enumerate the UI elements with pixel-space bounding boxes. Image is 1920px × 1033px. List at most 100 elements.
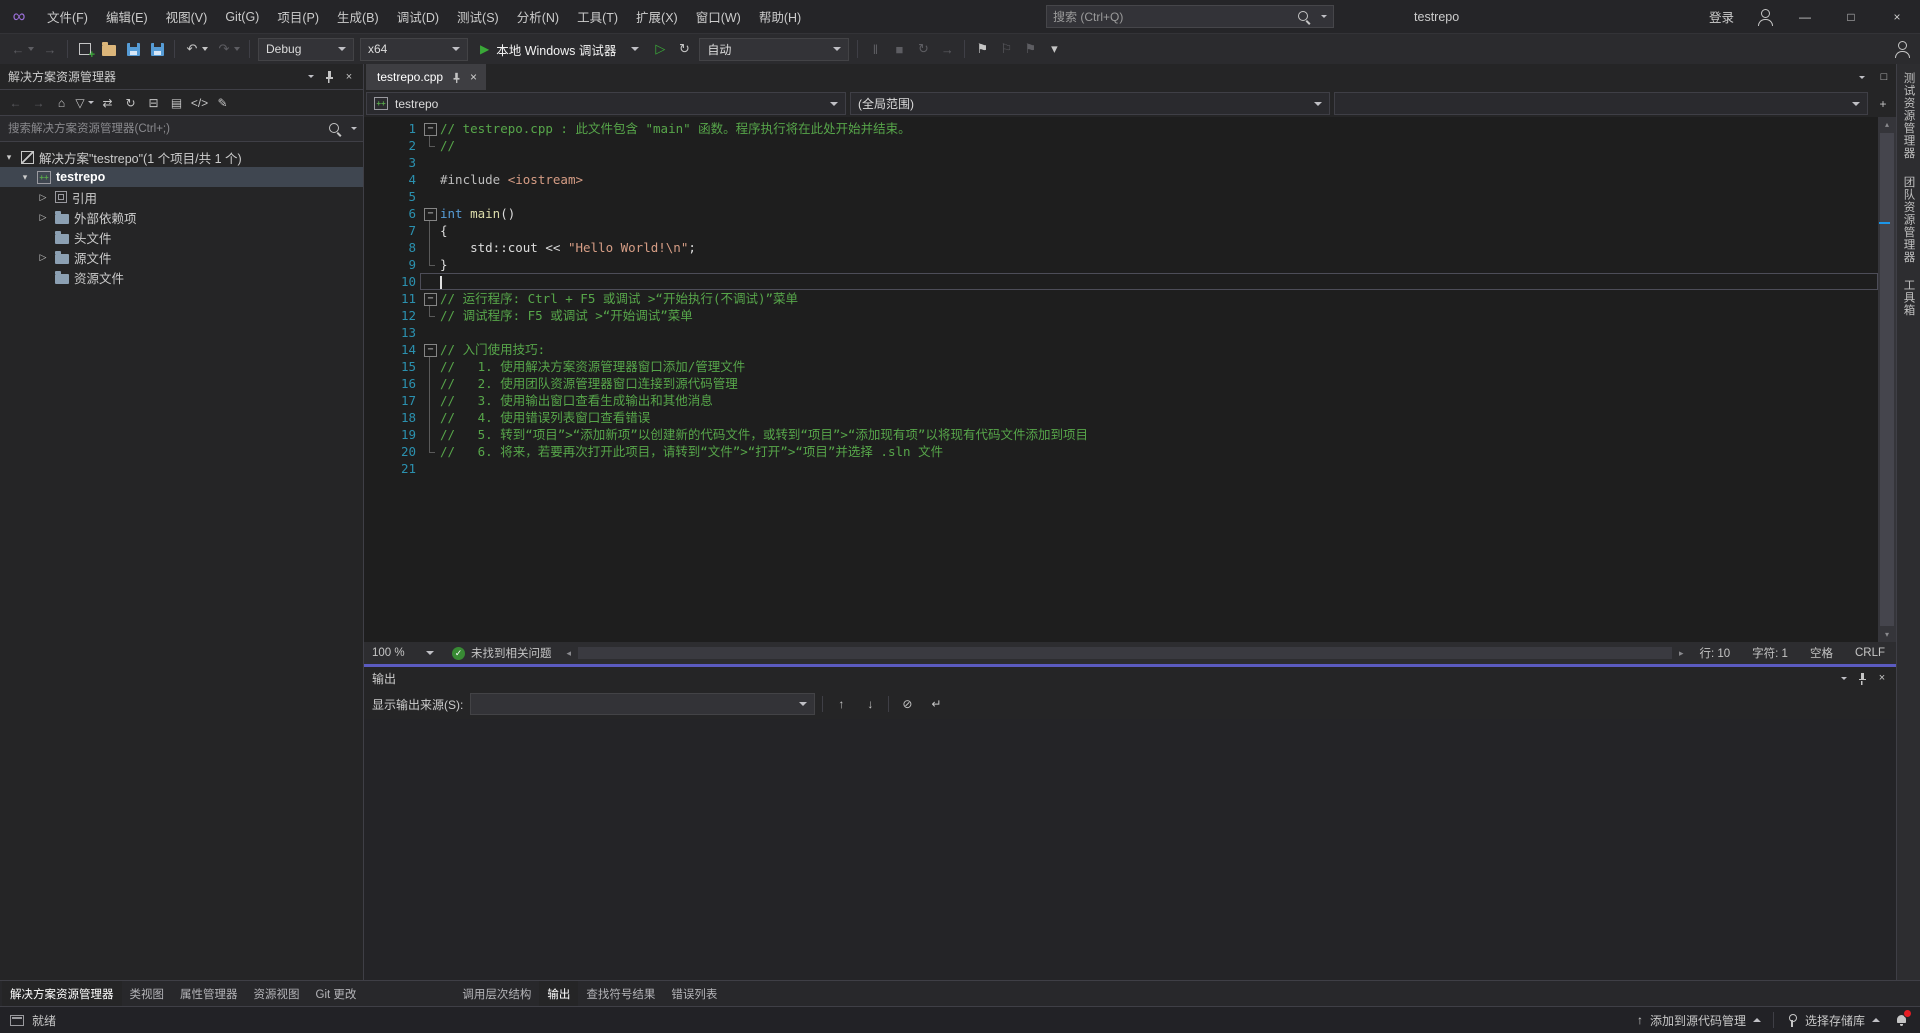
menu-item-12[interactable]: 帮助(H)	[750, 0, 810, 33]
word-wrap-icon[interactable]: ↵	[925, 693, 947, 715]
undo-caret-icon[interactable]	[202, 47, 208, 51]
project-dropdown[interactable]: ++ testrepo	[366, 92, 846, 115]
breakpoint-margin[interactable]	[364, 256, 384, 273]
menu-item-2[interactable]: 视图(V)	[157, 0, 217, 33]
tree-item-0[interactable]: ▷引用	[0, 187, 363, 207]
line-number[interactable]: 11	[384, 290, 420, 307]
split-window-icon[interactable]: +	[1872, 92, 1894, 115]
code-line-17[interactable]: 17// 3. 使用输出窗口查看生成输出和其他消息	[364, 392, 1878, 409]
output-panel-header[interactable]: 输出 ×	[364, 667, 1896, 689]
scroll-up-icon[interactable]: ▴	[1885, 120, 1889, 129]
member-dropdown[interactable]	[1334, 92, 1868, 115]
break-all-icon[interactable]: ‖	[863, 37, 887, 61]
start-without-debugging-icon[interactable]: ▷	[648, 37, 672, 61]
breakpoint-margin[interactable]	[364, 443, 384, 460]
code-line-4[interactable]: 4#include <iostream>	[364, 171, 1878, 188]
stop-debugging-icon[interactable]: ■	[887, 37, 911, 61]
tab-testrepo-cpp[interactable]: testrepo.cpp ×	[366, 64, 486, 90]
fold-toggle-icon[interactable]	[420, 290, 440, 307]
pin-icon[interactable]	[319, 68, 339, 86]
breakpoint-margin[interactable]	[364, 205, 384, 222]
fold-toggle-icon[interactable]	[420, 341, 440, 358]
panel-tab-left-0[interactable]: 解决方案资源管理器	[2, 981, 122, 1006]
code-line-7[interactable]: 7{	[364, 222, 1878, 239]
panel-tab-center-3[interactable]: 错误列表	[663, 981, 725, 1006]
code-line-20[interactable]: 20// 6. 将来，若要再次打开此项目，请转到“文件”>“打开”>“项目”并选…	[364, 443, 1878, 460]
code-line-9[interactable]: 9}	[364, 256, 1878, 273]
scope-dropdown[interactable]: (全局范围)	[850, 92, 1330, 115]
code-line-5[interactable]: 5	[364, 188, 1878, 205]
navigate-back-caret-icon[interactable]	[28, 47, 34, 51]
menu-item-11[interactable]: 窗口(W)	[687, 0, 750, 33]
breakpoint-margin[interactable]	[364, 426, 384, 443]
se-properties-icon[interactable]: ✎	[211, 91, 234, 114]
close-button[interactable]: ×	[1874, 0, 1920, 33]
close-panel-icon[interactable]: ×	[339, 68, 359, 86]
quick-search-input[interactable]	[1053, 10, 1290, 24]
fold-toggle-icon[interactable]	[420, 205, 440, 222]
panel-tab-left-4[interactable]: Git 更改	[308, 981, 365, 1006]
menu-item-5[interactable]: 生成(B)	[328, 0, 388, 33]
breakpoint-margin[interactable]	[364, 460, 384, 477]
spaces-indicator[interactable]: 空格	[1799, 645, 1844, 661]
line-number[interactable]: 2	[384, 137, 420, 154]
open-file-icon[interactable]	[97, 37, 121, 61]
menu-item-0[interactable]: 文件(F)	[38, 0, 97, 33]
line-number[interactable]: 5	[384, 188, 420, 205]
panel-tab-left-2[interactable]: 属性管理器	[172, 981, 246, 1006]
quick-search-box[interactable]	[1046, 5, 1334, 28]
code-line-6[interactable]: 6int main()	[364, 205, 1878, 222]
breakpoint-margin[interactable]	[364, 120, 384, 137]
char-indicator[interactable]: 字符: 1	[1741, 645, 1799, 661]
panel-tab-center-1[interactable]: 输出	[539, 981, 578, 1006]
breakpoint-margin[interactable]	[364, 171, 384, 188]
line-number[interactable]: 21	[384, 460, 420, 477]
breakpoint-margin[interactable]	[364, 392, 384, 409]
user-avatar[interactable]	[1748, 0, 1782, 33]
add-to-source-control-button[interactable]: ↑ 添加到源代码管理	[1625, 1007, 1773, 1033]
breakpoint-margin[interactable]	[364, 239, 384, 256]
tree-item-4[interactable]: 资源文件	[0, 267, 363, 287]
line-number[interactable]: 15	[384, 358, 420, 375]
select-repository-button[interactable]: 选择存储库	[1774, 1007, 1892, 1033]
tree-item-3[interactable]: ▷源文件	[0, 247, 363, 267]
code-line-13[interactable]: 13	[364, 324, 1878, 341]
line-indicator[interactable]: 行: 10	[1688, 645, 1741, 661]
se-forward-icon[interactable]: →	[27, 91, 50, 114]
line-number[interactable]: 13	[384, 324, 420, 341]
pin-icon[interactable]	[1852, 669, 1872, 687]
navigate-back-icon[interactable]: ←	[6, 37, 30, 61]
breakpoint-margin[interactable]	[364, 307, 384, 324]
line-number[interactable]: 12	[384, 307, 420, 324]
hot-reload-icon[interactable]: ↻	[672, 37, 696, 61]
previous-bookmark-icon[interactable]: ⚐	[994, 37, 1018, 61]
code-line-3[interactable]: 3	[364, 154, 1878, 171]
solution-configuration-combobox[interactable]: Debug	[258, 38, 354, 61]
breakpoint-margin[interactable]	[364, 137, 384, 154]
line-number[interactable]: 3	[384, 154, 420, 171]
menu-item-1[interactable]: 编辑(E)	[97, 0, 157, 33]
line-number[interactable]: 6	[384, 205, 420, 222]
step-over-icon[interactable]: →	[935, 37, 959, 61]
window-position-icon[interactable]	[299, 68, 319, 86]
search-options-caret-icon[interactable]	[1321, 15, 1327, 18]
close-tab-icon[interactable]: ×	[470, 70, 477, 84]
undo-icon[interactable]: ↶	[180, 37, 204, 61]
menu-item-9[interactable]: 工具(T)	[568, 0, 627, 33]
menu-item-10[interactable]: 扩展(X)	[627, 0, 687, 33]
line-number[interactable]: 8	[384, 239, 420, 256]
menu-item-8[interactable]: 分析(N)	[508, 0, 568, 33]
menu-item-6[interactable]: 调试(D)	[388, 0, 448, 33]
chevron-collapsed-icon[interactable]: ▷	[36, 252, 50, 263]
code-line-1[interactable]: 1// testrepo.cpp : 此文件包含 "main" 函数。程序执行将…	[364, 120, 1878, 137]
line-number[interactable]: 18	[384, 409, 420, 426]
se-home-icon[interactable]: ⌂	[50, 91, 73, 114]
menu-item-7[interactable]: 测试(S)	[448, 0, 508, 33]
fold-toggle-icon[interactable]	[420, 120, 440, 137]
code-line-12[interactable]: 12// 调试程序: F5 或调试 >“开始调试”菜单	[364, 307, 1878, 324]
se-refresh-icon[interactable]: ↻	[119, 91, 142, 114]
scrollbar-thumb[interactable]	[1880, 133, 1894, 626]
line-number[interactable]: 19	[384, 426, 420, 443]
line-number[interactable]: 17	[384, 392, 420, 409]
code-line-10[interactable]: 10	[364, 273, 1878, 290]
